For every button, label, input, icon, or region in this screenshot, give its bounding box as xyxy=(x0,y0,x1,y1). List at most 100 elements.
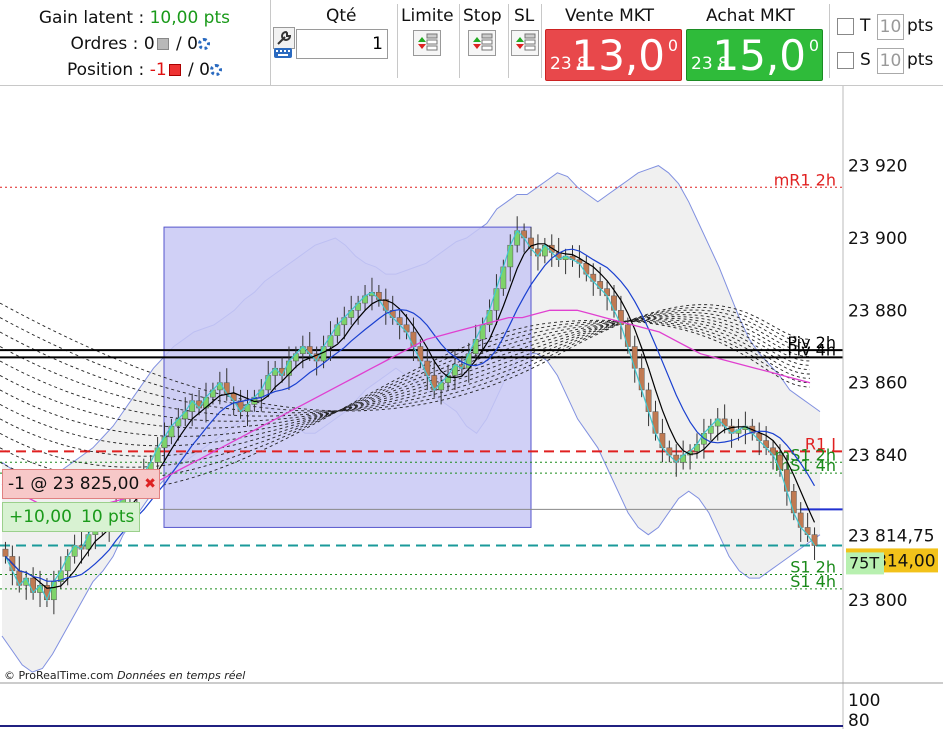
orders-label: Ordres : 0 xyxy=(70,34,155,54)
level-label: mS1 4h xyxy=(775,456,836,475)
position-label: Position : xyxy=(66,60,150,80)
separator xyxy=(397,4,398,78)
candle-body xyxy=(680,454,687,463)
gain-label: Gain latent : xyxy=(38,8,145,28)
candle-body xyxy=(362,295,368,304)
separator xyxy=(829,4,830,78)
position-value: -1 xyxy=(149,60,167,80)
candle-body xyxy=(493,288,500,311)
stop-title: Stop xyxy=(463,6,502,26)
orders-sep: / 0 xyxy=(176,34,198,54)
orders-row: Ordres : 0 / 0 xyxy=(70,34,210,54)
stop-unit: pts xyxy=(907,50,934,70)
candle-body xyxy=(583,263,590,275)
sl-title: SL xyxy=(514,6,535,26)
candle-body xyxy=(777,454,783,470)
candle-body xyxy=(410,331,417,347)
keyboard-icon[interactable] xyxy=(273,45,295,67)
candle-body xyxy=(500,266,507,289)
candle-body xyxy=(417,346,424,362)
buy-price-main: 15,0 xyxy=(712,31,806,80)
price-tick-label: 23 800 xyxy=(848,591,907,611)
candle-body xyxy=(645,389,652,412)
candle-body xyxy=(611,295,617,311)
candle-body xyxy=(168,425,175,438)
candle-body xyxy=(85,534,92,550)
quantity-input[interactable] xyxy=(296,29,388,59)
sell-market-button[interactable]: 23 8 13,0 0 xyxy=(545,29,682,81)
candle-body xyxy=(659,433,666,449)
price-tick-label: 23 880 xyxy=(848,301,907,321)
close-position-icon[interactable]: ✖ xyxy=(144,470,156,498)
position-info-panel: Gain latent : 10,00 pts Ordres : 0 / 0 P… xyxy=(0,0,271,85)
candle-body xyxy=(320,346,327,362)
candle-body xyxy=(507,244,514,268)
candle-body xyxy=(811,534,818,546)
candle-body xyxy=(424,360,431,376)
trading-toolbar: Gain latent : 10,00 pts Ordres : 0 / 0 P… xyxy=(0,0,943,86)
current-price-label: 23 814,75 xyxy=(848,526,935,546)
stop-order-button[interactable] xyxy=(468,30,496,56)
lower-tick-label: 100 xyxy=(848,691,880,711)
candle-body xyxy=(479,324,486,340)
target-checkbox[interactable] xyxy=(837,18,854,35)
candle-body xyxy=(631,346,638,369)
separator xyxy=(508,4,509,78)
limit-title: Limite xyxy=(401,6,454,26)
qty-title: Qté xyxy=(326,6,357,26)
candle-body xyxy=(797,512,804,528)
candle-body xyxy=(334,324,341,336)
orders-settings-icon[interactable] xyxy=(198,38,210,50)
credit-brand: © ProRealTime.com xyxy=(4,669,114,682)
candle-body xyxy=(624,324,631,347)
buy-price-sup: 0 xyxy=(808,36,819,55)
gain-tag: +10,00 10 pts xyxy=(2,502,140,532)
separator xyxy=(459,4,460,78)
candle-body xyxy=(223,382,230,394)
candle-body xyxy=(265,375,272,391)
candle-body xyxy=(64,556,71,572)
candle-body xyxy=(652,411,659,434)
target-pts-input[interactable]: 10 xyxy=(877,14,904,40)
buy-mkt-title: Achat MKT xyxy=(706,6,795,26)
lower-tick-label: 80 xyxy=(848,711,870,729)
volume-tag-label: 75T xyxy=(849,553,879,572)
candle-body xyxy=(638,367,645,391)
separator xyxy=(541,4,542,78)
candle-body xyxy=(50,581,57,601)
gain-row: Gain latent : 10,00 pts xyxy=(39,8,230,28)
candle-body xyxy=(597,281,604,289)
position-tag-text: -1 @ 23 825,00 xyxy=(8,474,140,494)
level-label: mR1 2h xyxy=(774,170,836,189)
orders-cancel-icon[interactable] xyxy=(156,38,169,50)
stop-label: S xyxy=(860,50,871,70)
price-chart[interactable]: mR1 2hPiv 2hPiv 4hR1 JmS1 2hmS1 4hS1 2hS… xyxy=(0,86,943,729)
candle-body xyxy=(472,339,479,354)
candle-body xyxy=(790,490,797,514)
position-sep: / 0 xyxy=(188,60,210,80)
candle-body xyxy=(784,469,790,492)
gain-tag-pts: 10 pts xyxy=(81,507,135,527)
sell-price-main: 13,0 xyxy=(571,31,665,80)
level-label: Piv 4h xyxy=(787,340,836,359)
limit-order-button[interactable] xyxy=(413,30,441,56)
stop-checkbox[interactable] xyxy=(837,52,854,69)
price-tick-label: 23 900 xyxy=(848,229,907,249)
target-unit: pts xyxy=(907,16,934,36)
sell-price-sup: 0 xyxy=(667,36,678,55)
position-settings-icon[interactable] xyxy=(210,64,222,76)
stop-loss-button[interactable] xyxy=(511,30,539,56)
level-label: S1 4h xyxy=(790,572,836,591)
price-tick-label: 23 840 xyxy=(848,446,907,466)
price-tick-label: 23 920 xyxy=(848,157,907,177)
candle-body xyxy=(2,548,9,557)
sell-mkt-title: Vente MKT xyxy=(565,6,654,26)
position-tag[interactable]: -1 @ 23 825,00 ✖ xyxy=(2,469,160,499)
buy-market-button[interactable]: 23 8 15,0 0 xyxy=(686,29,823,81)
position-close-icon[interactable] xyxy=(168,64,181,76)
position-row: Position : -1 / 0 xyxy=(67,60,222,80)
candle-body xyxy=(154,447,161,463)
credit-text: © ProRealTime.com Données en temps réel xyxy=(4,669,245,682)
gain-value: 10,00 pts xyxy=(149,8,230,28)
stop-pts-input[interactable]: 10 xyxy=(877,48,904,74)
